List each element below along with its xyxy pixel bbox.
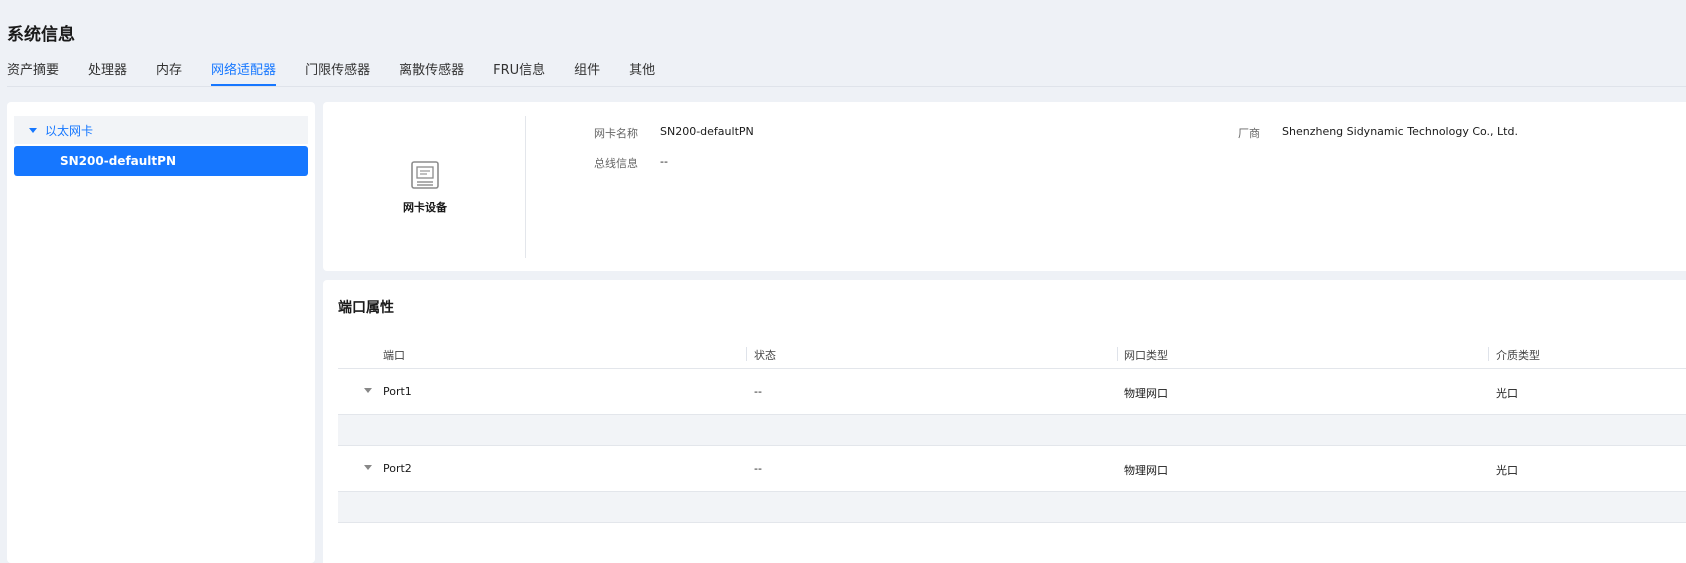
cell-media-type: 光口 bbox=[1496, 387, 1518, 400]
tab-components[interactable]: 组件 bbox=[574, 62, 600, 86]
caret-down-icon[interactable] bbox=[364, 388, 372, 393]
tab-fru-info[interactable]: FRU信息 bbox=[493, 62, 545, 86]
cell-port: Port1 bbox=[383, 385, 412, 398]
section-title: 端口属性 bbox=[338, 300, 394, 316]
tab-discrete-sensor[interactable]: 离散传感器 bbox=[399, 62, 464, 86]
cell-status: -- bbox=[754, 462, 762, 475]
tab-asset-summary[interactable]: 资产摘要 bbox=[7, 62, 59, 86]
tab-network-adapter[interactable]: 网络适配器 bbox=[211, 62, 277, 86]
vendor-label: 厂商 bbox=[1238, 127, 1260, 140]
tab-threshold-sensor[interactable]: 门限传感器 bbox=[305, 62, 370, 86]
table-row[interactable]: Port2 -- 物理网口 光口 bbox=[338, 446, 1686, 492]
tree-group-ethernet[interactable]: 以太网卡 bbox=[14, 116, 308, 144]
tab-other[interactable]: 其他 bbox=[629, 62, 655, 86]
row-expansion bbox=[338, 415, 1686, 446]
adapter-tree-panel: 以太网卡 SN200-defaultPN bbox=[7, 102, 315, 563]
cell-port: Port2 bbox=[383, 462, 412, 475]
column-separator bbox=[1488, 347, 1489, 361]
column-separator bbox=[1117, 347, 1118, 361]
column-header-status: 状态 bbox=[754, 349, 776, 362]
cell-media-type: 光口 bbox=[1496, 464, 1518, 477]
port-table: 端口 状态 网口类型 介质类型 Port1 -- 物理网口 光口 Port2 -… bbox=[338, 341, 1686, 523]
column-header-media-type: 介质类型 bbox=[1496, 349, 1540, 362]
nic-info-card: 网卡设备 网卡名称 SN200-defaultPN 总线信息 -- 厂商 She… bbox=[323, 102, 1686, 271]
tab-processor[interactable]: 处理器 bbox=[88, 62, 127, 86]
tree-group-label: 以太网卡 bbox=[45, 123, 94, 138]
table-row[interactable]: Port1 -- 物理网口 光口 bbox=[338, 369, 1686, 415]
table-header: 端口 状态 网口类型 介质类型 bbox=[338, 341, 1686, 369]
tab-memory[interactable]: 内存 bbox=[156, 62, 182, 86]
vendor-value: Shenzheng Sidynamic Technology Co., Ltd. bbox=[1282, 125, 1518, 138]
column-header-port-type: 网口类型 bbox=[1124, 349, 1168, 362]
caret-down-icon[interactable] bbox=[364, 465, 372, 470]
column-header-port: 端口 bbox=[383, 349, 405, 362]
tree-item-sn200[interactable]: SN200-defaultPN bbox=[14, 146, 308, 176]
bus-info-value: -- bbox=[660, 155, 668, 168]
bus-info-label: 总线信息 bbox=[594, 157, 638, 170]
column-separator bbox=[746, 347, 747, 361]
nic-name-label: 网卡名称 bbox=[594, 127, 638, 140]
device-label: 网卡设备 bbox=[403, 201, 447, 214]
network-card-icon bbox=[411, 161, 439, 189]
cell-port-type: 物理网口 bbox=[1124, 464, 1168, 477]
row-expansion bbox=[338, 492, 1686, 523]
port-attributes-card: 端口属性 端口 状态 网口类型 介质类型 Port1 -- 物理网口 光口 Po… bbox=[323, 280, 1686, 563]
tab-divider bbox=[7, 86, 1686, 87]
nic-name-value: SN200-defaultPN bbox=[660, 125, 754, 138]
tree-item-label: SN200-defaultPN bbox=[60, 154, 176, 168]
cell-port-type: 物理网口 bbox=[1124, 387, 1168, 400]
tab-bar: 资产摘要 处理器 内存 网络适配器 门限传感器 离散传感器 FRU信息 组件 其… bbox=[7, 62, 684, 86]
caret-down-icon bbox=[29, 127, 37, 133]
cell-status: -- bbox=[754, 385, 762, 398]
page-title: 系统信息 bbox=[7, 25, 75, 45]
info-divider bbox=[525, 116, 526, 258]
